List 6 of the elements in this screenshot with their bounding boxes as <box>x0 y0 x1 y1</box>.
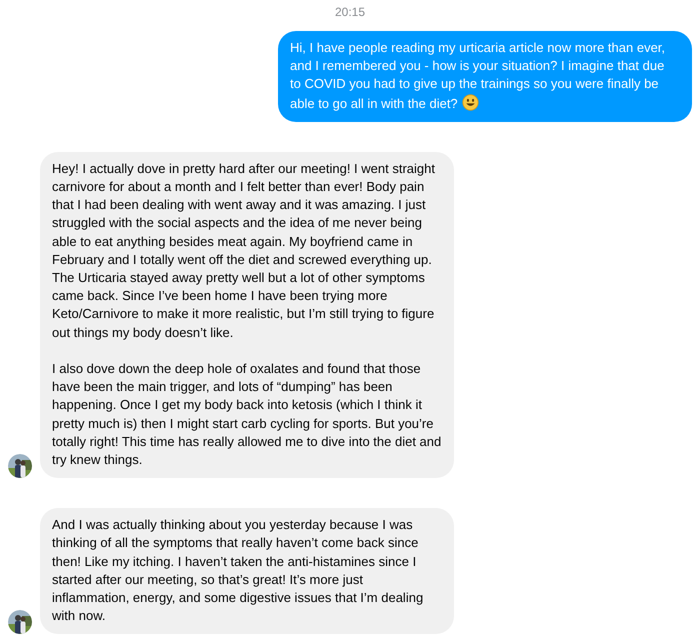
timestamp: 20:15 <box>334 5 366 19</box>
message-text: Hey! I actually dove in pretty hard after our meeting! I went straight carnivore for about a month and I felt better than ever! Body pain that I had been dealing with went away and it was amazing. I just struggled with the social aspects and the idea of me never being able to eat anything besides meat again. My boyfriend came in February and I totally went off the diet and screwed everything up. The Urticaria stayed away pretty well but a lot of other symptoms came back. Since I’ve been home I have been trying more Keto/Carnivore to make it more realistic, but I’m still trying to figure out things my body doesn’t like. <box>52 160 436 342</box>
message-text: Hi, I have people reading my urticaria article now more than ever, and I remembered you - how is your situation? I imagine that due to COVID you had to give up the trainings so you were finally be able to go all in with the diet? <box>290 39 666 113</box>
smiley-icon <box>462 94 479 111</box>
message-text: And I was actually thinking about you yesterday because I was thinking of all the symptoms that really haven’t come back since then! Like my itching. I haven’t taken the anti-histamines since I started after our meeting, so that’s great! It’s more just inflammation, energy, and some digestive issues that I’m dealing with now. <box>52 516 424 626</box>
message-text: I also dove down the deep hole of oxalates and found that those have been the main trigger, and lots of “dumping” has been happening. Once I get my body back into ketosis (which I think it pretty much is) then I might start carb cycling for sports. But you’re totally right! This time has really allowed me to dive into the diet and try knew things. <box>52 360 442 470</box>
